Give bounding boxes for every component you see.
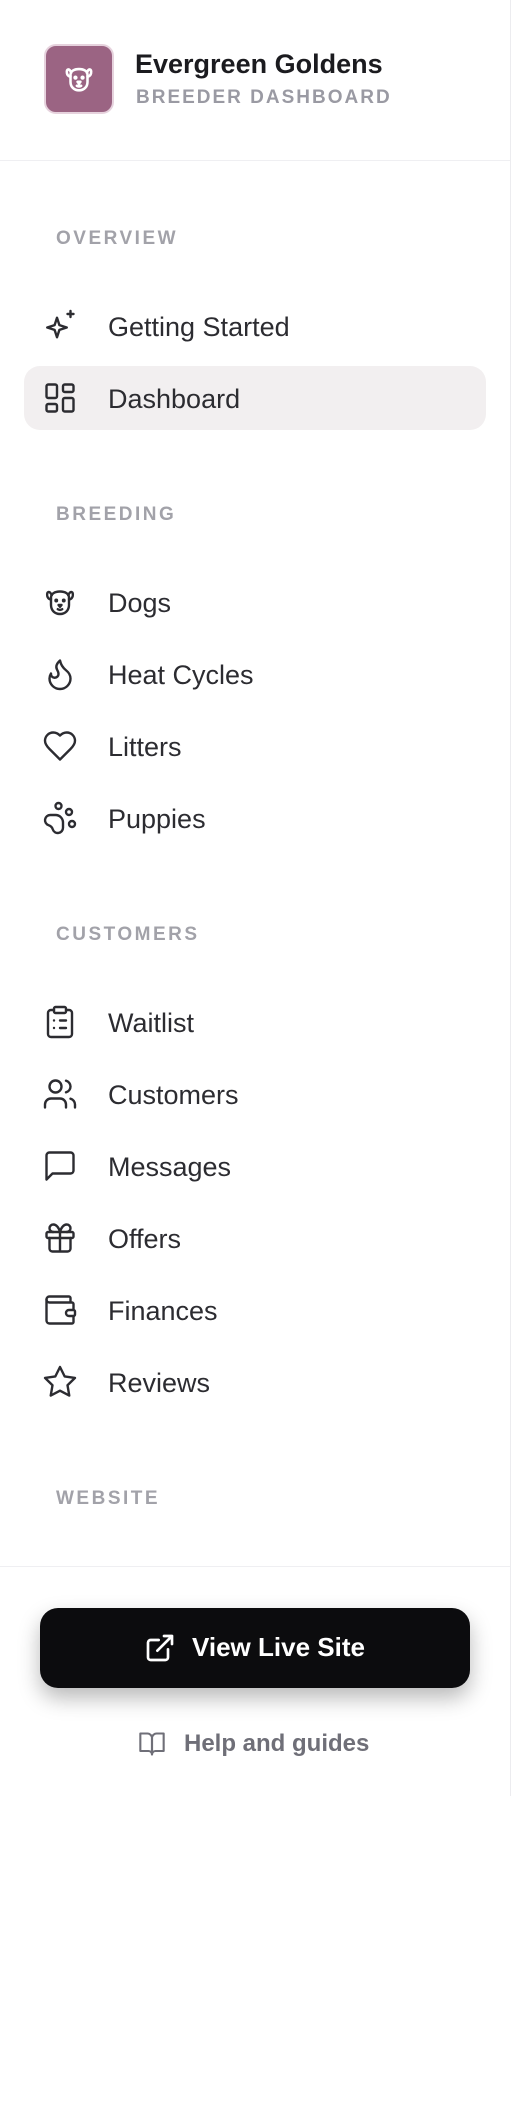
view-live-site-button[interactable]: View Live Site bbox=[40, 1608, 470, 1688]
clipboard-list-icon bbox=[42, 1004, 78, 1040]
section-customers: CUSTOMERS bbox=[56, 924, 200, 945]
sparkles-icon bbox=[42, 308, 78, 344]
nav-item-heat-cycles[interactable]: Heat Cycles bbox=[24, 642, 486, 706]
sidebar: Evergreen Goldens BREEDER DASHBOARD OVER… bbox=[0, 0, 511, 1796]
heart-icon bbox=[42, 728, 78, 764]
nav-item-puppies[interactable]: Puppies bbox=[24, 786, 486, 850]
nav-label: Offers bbox=[108, 1224, 182, 1254]
nav-item-litters[interactable]: Litters bbox=[24, 714, 486, 778]
view-live-site-label: View Live Site bbox=[192, 1632, 365, 1662]
nav-item-messages[interactable]: Messages bbox=[24, 1134, 486, 1198]
nav-item-getting-started[interactable]: Getting Started bbox=[24, 294, 486, 358]
star-icon bbox=[42, 1364, 78, 1400]
nav-label: Litters bbox=[108, 732, 182, 762]
message-square-icon bbox=[42, 1148, 78, 1184]
nav-item-waitlist[interactable]: Waitlist bbox=[24, 990, 486, 1054]
nav-label: Waitlist bbox=[108, 1008, 194, 1038]
sidebar-footer-divider bbox=[0, 1566, 510, 1567]
layout-dashboard-icon bbox=[42, 380, 78, 416]
nav-item-customers[interactable]: Customers bbox=[24, 1062, 486, 1126]
sidebar-header: Evergreen Goldens BREEDER DASHBOARD bbox=[0, 0, 510, 161]
nav-label: Dashboard bbox=[108, 384, 241, 414]
nav-item-reviews[interactable]: Reviews bbox=[24, 1350, 486, 1414]
brand-name: Evergreen Goldens bbox=[135, 49, 383, 79]
external-link-icon bbox=[144, 1632, 176, 1664]
nav-item-dashboard[interactable]: Dashboard bbox=[24, 366, 486, 430]
section-breeding: BREEDING bbox=[56, 504, 177, 525]
section-website: WEBSITE bbox=[56, 1488, 161, 1509]
nav-label: Dogs bbox=[108, 588, 172, 618]
dog-icon bbox=[42, 584, 78, 620]
nav-label: Messages bbox=[108, 1152, 232, 1182]
book-open-icon bbox=[138, 1730, 166, 1758]
nav-item-finances[interactable]: Finances bbox=[24, 1278, 486, 1342]
nav-item-dogs[interactable]: Dogs bbox=[24, 570, 486, 634]
nav-label: Finances bbox=[108, 1296, 218, 1326]
flame-icon bbox=[42, 656, 78, 692]
nav-label: Reviews bbox=[108, 1368, 211, 1398]
help-and-guides-label: Help and guides bbox=[184, 1730, 370, 1757]
paw-print-icon bbox=[42, 800, 78, 836]
users-icon bbox=[42, 1076, 78, 1112]
help-and-guides-link[interactable]: Help and guides bbox=[138, 1726, 378, 1762]
nav-label: Puppies bbox=[108, 804, 206, 834]
nav-label: Customers bbox=[108, 1080, 239, 1110]
brand-subtitle: BREEDER DASHBOARD bbox=[136, 87, 392, 108]
nav-label: Heat Cycles bbox=[108, 660, 254, 690]
nav-label: Getting Started bbox=[108, 312, 290, 342]
dog-face-icon[interactable] bbox=[44, 44, 114, 114]
gift-icon bbox=[42, 1220, 78, 1256]
wallet-icon bbox=[42, 1292, 78, 1328]
nav-item-offers[interactable]: Offers bbox=[24, 1206, 486, 1270]
section-overview: OVERVIEW bbox=[56, 228, 179, 249]
